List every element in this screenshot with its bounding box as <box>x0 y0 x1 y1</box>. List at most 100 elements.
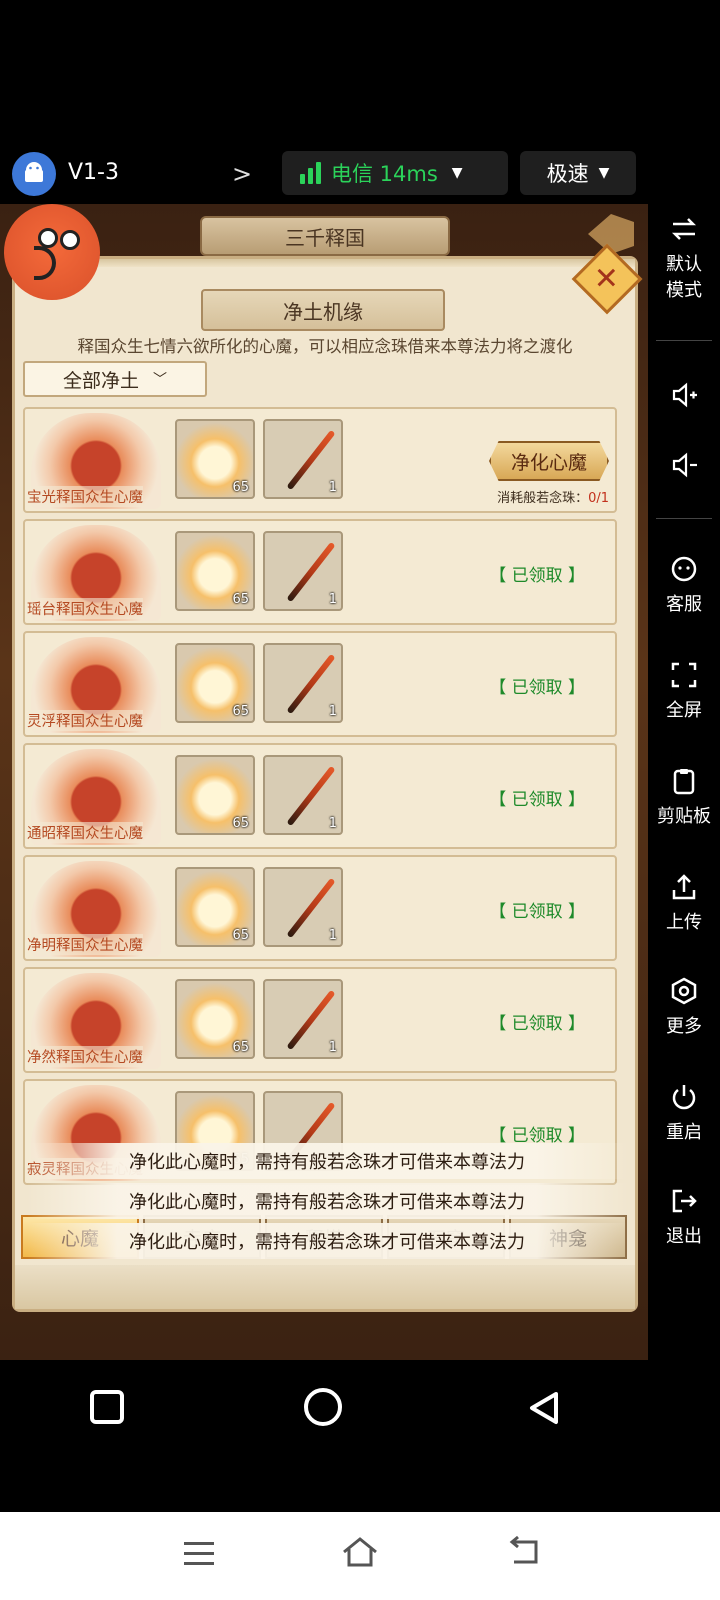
reward-item-flame[interactable]: 65 <box>175 419 255 499</box>
clipboard-label: 剪贴板 <box>657 806 711 827</box>
fullscreen-label: 全屏 <box>666 700 702 721</box>
claimed-status: 【 已领取 】 <box>489 790 585 810</box>
region-filter-dropdown[interactable]: 全部净土 ﹀ <box>23 361 207 397</box>
power-icon <box>672 1085 696 1110</box>
top-bar: V1-3 > 电信 14ms ▼ 极速 ▼ <box>0 148 720 200</box>
restart-button[interactable]: 重启 <box>648 1082 720 1144</box>
reward-item-flame[interactable]: 65 <box>175 643 255 723</box>
toast-messages: 净化此心魔时，需持有般若念珠才可借来本尊法力 净化此心魔时，需持有般若念珠才可借来… <box>27 1143 627 1261</box>
close-icon: ✕ <box>594 261 620 297</box>
claimed-status: 【 已领取 】 <box>489 1014 585 1034</box>
default-mode-label: 默认 模式 <box>666 254 702 301</box>
cloud-phone-sidebar: 默认 模式 客服 全屏 剪贴板 上传 更多 重启 退出 <box>648 204 720 1360</box>
chevron-right-icon[interactable]: > <box>232 160 252 188</box>
toast-message: 净化此心魔时，需持有般若念珠才可借来本尊法力 <box>27 1223 627 1259</box>
floating-assistant-avatar[interactable] <box>4 204 100 300</box>
item-count: 65 <box>232 704 249 719</box>
demon-row: 通昭释国众生心魔 65 1 【 已领取 】 <box>23 743 617 849</box>
more-label: 更多 <box>666 1016 702 1037</box>
item-count: 1 <box>328 480 337 495</box>
fullscreen-button[interactable]: 全屏 <box>648 660 720 722</box>
demon-list[interactable]: 宝光释国众生心魔 65 1 净化心魔 消耗般若念珠：0/1 瑶台释国众生心魔 6… <box>23 407 617 1207</box>
demon-row: 瑶台释国众生心魔 65 1 【 已领取 】 <box>23 519 617 625</box>
network-label: 电信 14ms <box>331 162 438 186</box>
demon-name: 通昭释国众生心魔 <box>27 822 143 843</box>
customer-service-button[interactable]: 客服 <box>648 554 720 616</box>
item-count: 65 <box>232 1040 249 1055</box>
volume-down-icon <box>672 452 697 478</box>
default-mode-button[interactable]: 默认 模式 <box>648 214 720 302</box>
demon-name: 瑶台释国众生心魔 <box>27 598 143 619</box>
item-count: 65 <box>232 480 249 495</box>
clipboard-icon <box>673 769 695 795</box>
speed-label: 极速 <box>546 162 589 186</box>
android-app-icon[interactable] <box>12 152 56 196</box>
exit-button[interactable]: 退出 <box>648 1186 720 1248</box>
demon-name: 净然释国众生心魔 <box>27 1046 143 1067</box>
volume-up-icon <box>672 382 697 408</box>
caret-down-icon: ▼ <box>451 165 463 181</box>
settings-hex-icon <box>671 977 697 1005</box>
demon-name: 宝光释国众生心魔 <box>27 486 143 507</box>
reward-item-flame[interactable]: 65 <box>175 979 255 1059</box>
clipboard-button[interactable]: 剪贴板 <box>648 766 720 828</box>
customer-service-label: 客服 <box>666 594 702 615</box>
speed-selector[interactable]: 极速 ▼ <box>520 151 636 195</box>
chat-icon <box>671 556 697 582</box>
volume-down-button[interactable] <box>648 450 720 486</box>
menu-icon[interactable] <box>184 1542 214 1572</box>
item-count: 1 <box>328 1040 337 1055</box>
demon-row: 宝光释国众生心魔 65 1 净化心魔 消耗般若念珠：0/1 <box>23 407 617 513</box>
upload-button[interactable]: 上传 <box>648 872 720 934</box>
reward-item-incense[interactable]: 1 <box>263 979 343 1059</box>
claimed-status: 【 已领取 】 <box>489 566 585 586</box>
cost-value: 0/1 <box>588 491 609 506</box>
filter-label: 全部净土 <box>62 369 139 392</box>
item-count: 1 <box>328 928 337 943</box>
game-viewport[interactable]: 三千释国 净土机缘 释国众生七情六欲所化的心魔，可以相应念珠借来本尊法力将之渡化… <box>0 204 648 1360</box>
back-icon[interactable] <box>504 1534 544 1570</box>
reward-item-incense[interactable]: 1 <box>263 643 343 723</box>
volume-up-button[interactable] <box>648 380 720 416</box>
item-count: 65 <box>232 816 249 831</box>
item-count: 1 <box>328 704 337 719</box>
swap-icon <box>671 218 697 240</box>
panel-description: 释国众生七情六欲所化的心魔，可以相应念珠借来本尊法力将之渡化 <box>77 337 573 356</box>
upload-icon <box>672 874 696 900</box>
reward-item-flame[interactable]: 65 <box>175 867 255 947</box>
android-nav-bar <box>0 1360 720 1460</box>
restart-label: 重启 <box>666 1122 702 1143</box>
panel-title: 净土机缘 <box>201 289 445 331</box>
more-button[interactable]: 更多 <box>648 976 720 1038</box>
upload-label: 上传 <box>666 912 702 933</box>
reward-item-incense[interactable]: 1 <box>263 867 343 947</box>
reward-item-flame[interactable]: 65 <box>175 755 255 835</box>
demon-name: 灵浮释国众生心魔 <box>27 710 143 731</box>
demon-row: 净明释国众生心魔 65 1 【 已领取 】 <box>23 855 617 961</box>
reward-item-incense[interactable]: 1 <box>263 419 343 499</box>
exit-icon <box>672 1189 697 1213</box>
purification-panel: 净土机缘 释国众生七情六欲所化的心魔，可以相应念珠借来本尊法力将之渡化 全部净土… <box>12 256 638 1312</box>
item-count: 1 <box>328 592 337 607</box>
purify-demon-button[interactable]: 净化心魔 <box>489 441 609 481</box>
reward-item-flame[interactable]: 65 <box>175 531 255 611</box>
reward-item-incense[interactable]: 1 <box>263 531 343 611</box>
chevron-down-icon: ﹀ <box>153 372 167 388</box>
recents-button[interactable] <box>90 1390 124 1424</box>
back-button[interactable] <box>524 1388 564 1428</box>
claimed-status: 【 已领取 】 <box>489 902 585 922</box>
network-selector[interactable]: 电信 14ms ▼ <box>282 151 508 195</box>
item-count: 65 <box>232 592 249 607</box>
app-version: V1-3 <box>68 160 119 185</box>
reward-item-incense[interactable]: 1 <box>263 755 343 835</box>
signal-icon <box>300 162 321 184</box>
demon-row: 灵浮释国众生心魔 65 1 【 已领取 】 <box>23 631 617 737</box>
home-icon[interactable] <box>340 1534 380 1570</box>
item-count: 65 <box>232 928 249 943</box>
toast-message: 净化此心魔时，需持有般若念珠才可借来本尊法力 <box>27 1183 627 1219</box>
area-title: 三千释国 <box>200 216 450 256</box>
home-button[interactable] <box>304 1388 342 1426</box>
demon-name: 净明释国众生心魔 <box>27 934 143 955</box>
host-nav-bar <box>0 1512 720 1600</box>
demon-row: 净然释国众生心魔 65 1 【 已领取 】 <box>23 967 617 1073</box>
